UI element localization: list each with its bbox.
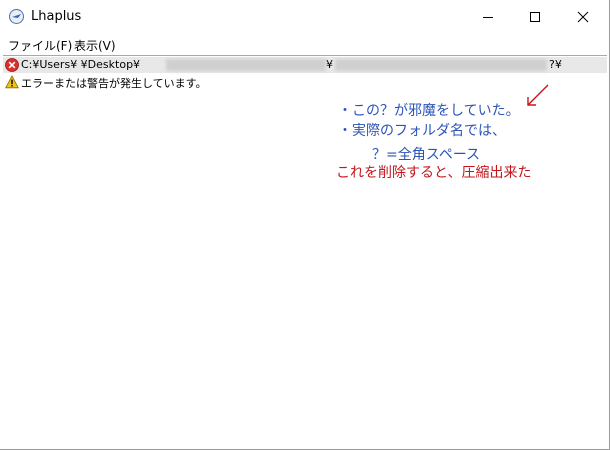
menu-file[interactable]: ファイル(F) xyxy=(8,37,72,54)
minimize-icon xyxy=(483,17,493,18)
title-bar[interactable]: Lhaplus xyxy=(0,0,609,34)
path-separator: ¥ xyxy=(326,58,333,71)
close-icon xyxy=(577,11,589,23)
annotation-line-4: これを削除すると、圧縮出来た xyxy=(336,165,532,181)
log-row-message[interactable]: エラーまたは警告が発生しています。 xyxy=(3,74,607,90)
lhaplus-window: Lhaplus ファイル(F) 表示(V) C:¥Users¥ ¥Desktop… xyxy=(0,0,610,450)
menu-bar: ファイル(F) 表示(V) xyxy=(0,34,609,54)
lhaplus-app-icon xyxy=(9,9,24,24)
annotation-arrow-icon xyxy=(527,84,549,106)
redacted-block xyxy=(166,59,326,71)
annotation-line-3: ？=全角スペース xyxy=(372,147,481,163)
annotation-line-2: ・実際のフォルダ名では、 xyxy=(338,123,506,139)
log-path-text: C:¥Users¥ ¥Desktop¥ xyxy=(21,58,141,71)
window-title: Lhaplus xyxy=(31,9,82,24)
annotation-line-1: ・この？が邪魔をしていた。 xyxy=(338,103,520,119)
maximize-button[interactable] xyxy=(512,0,558,34)
minimize-button[interactable] xyxy=(465,0,511,34)
redacted-block xyxy=(335,59,547,71)
maximize-icon xyxy=(530,12,540,22)
close-button[interactable] xyxy=(560,0,606,34)
log-row-path[interactable]: C:¥Users¥ ¥Desktop¥ ¥ ?¥ xyxy=(3,57,607,73)
warning-icon xyxy=(5,75,19,89)
menu-view[interactable]: 表示(V) xyxy=(74,37,116,54)
path-end-text: ?¥ xyxy=(549,58,562,71)
log-message-text: エラーまたは警告が発生しています。 xyxy=(21,77,207,90)
error-icon xyxy=(5,58,19,72)
